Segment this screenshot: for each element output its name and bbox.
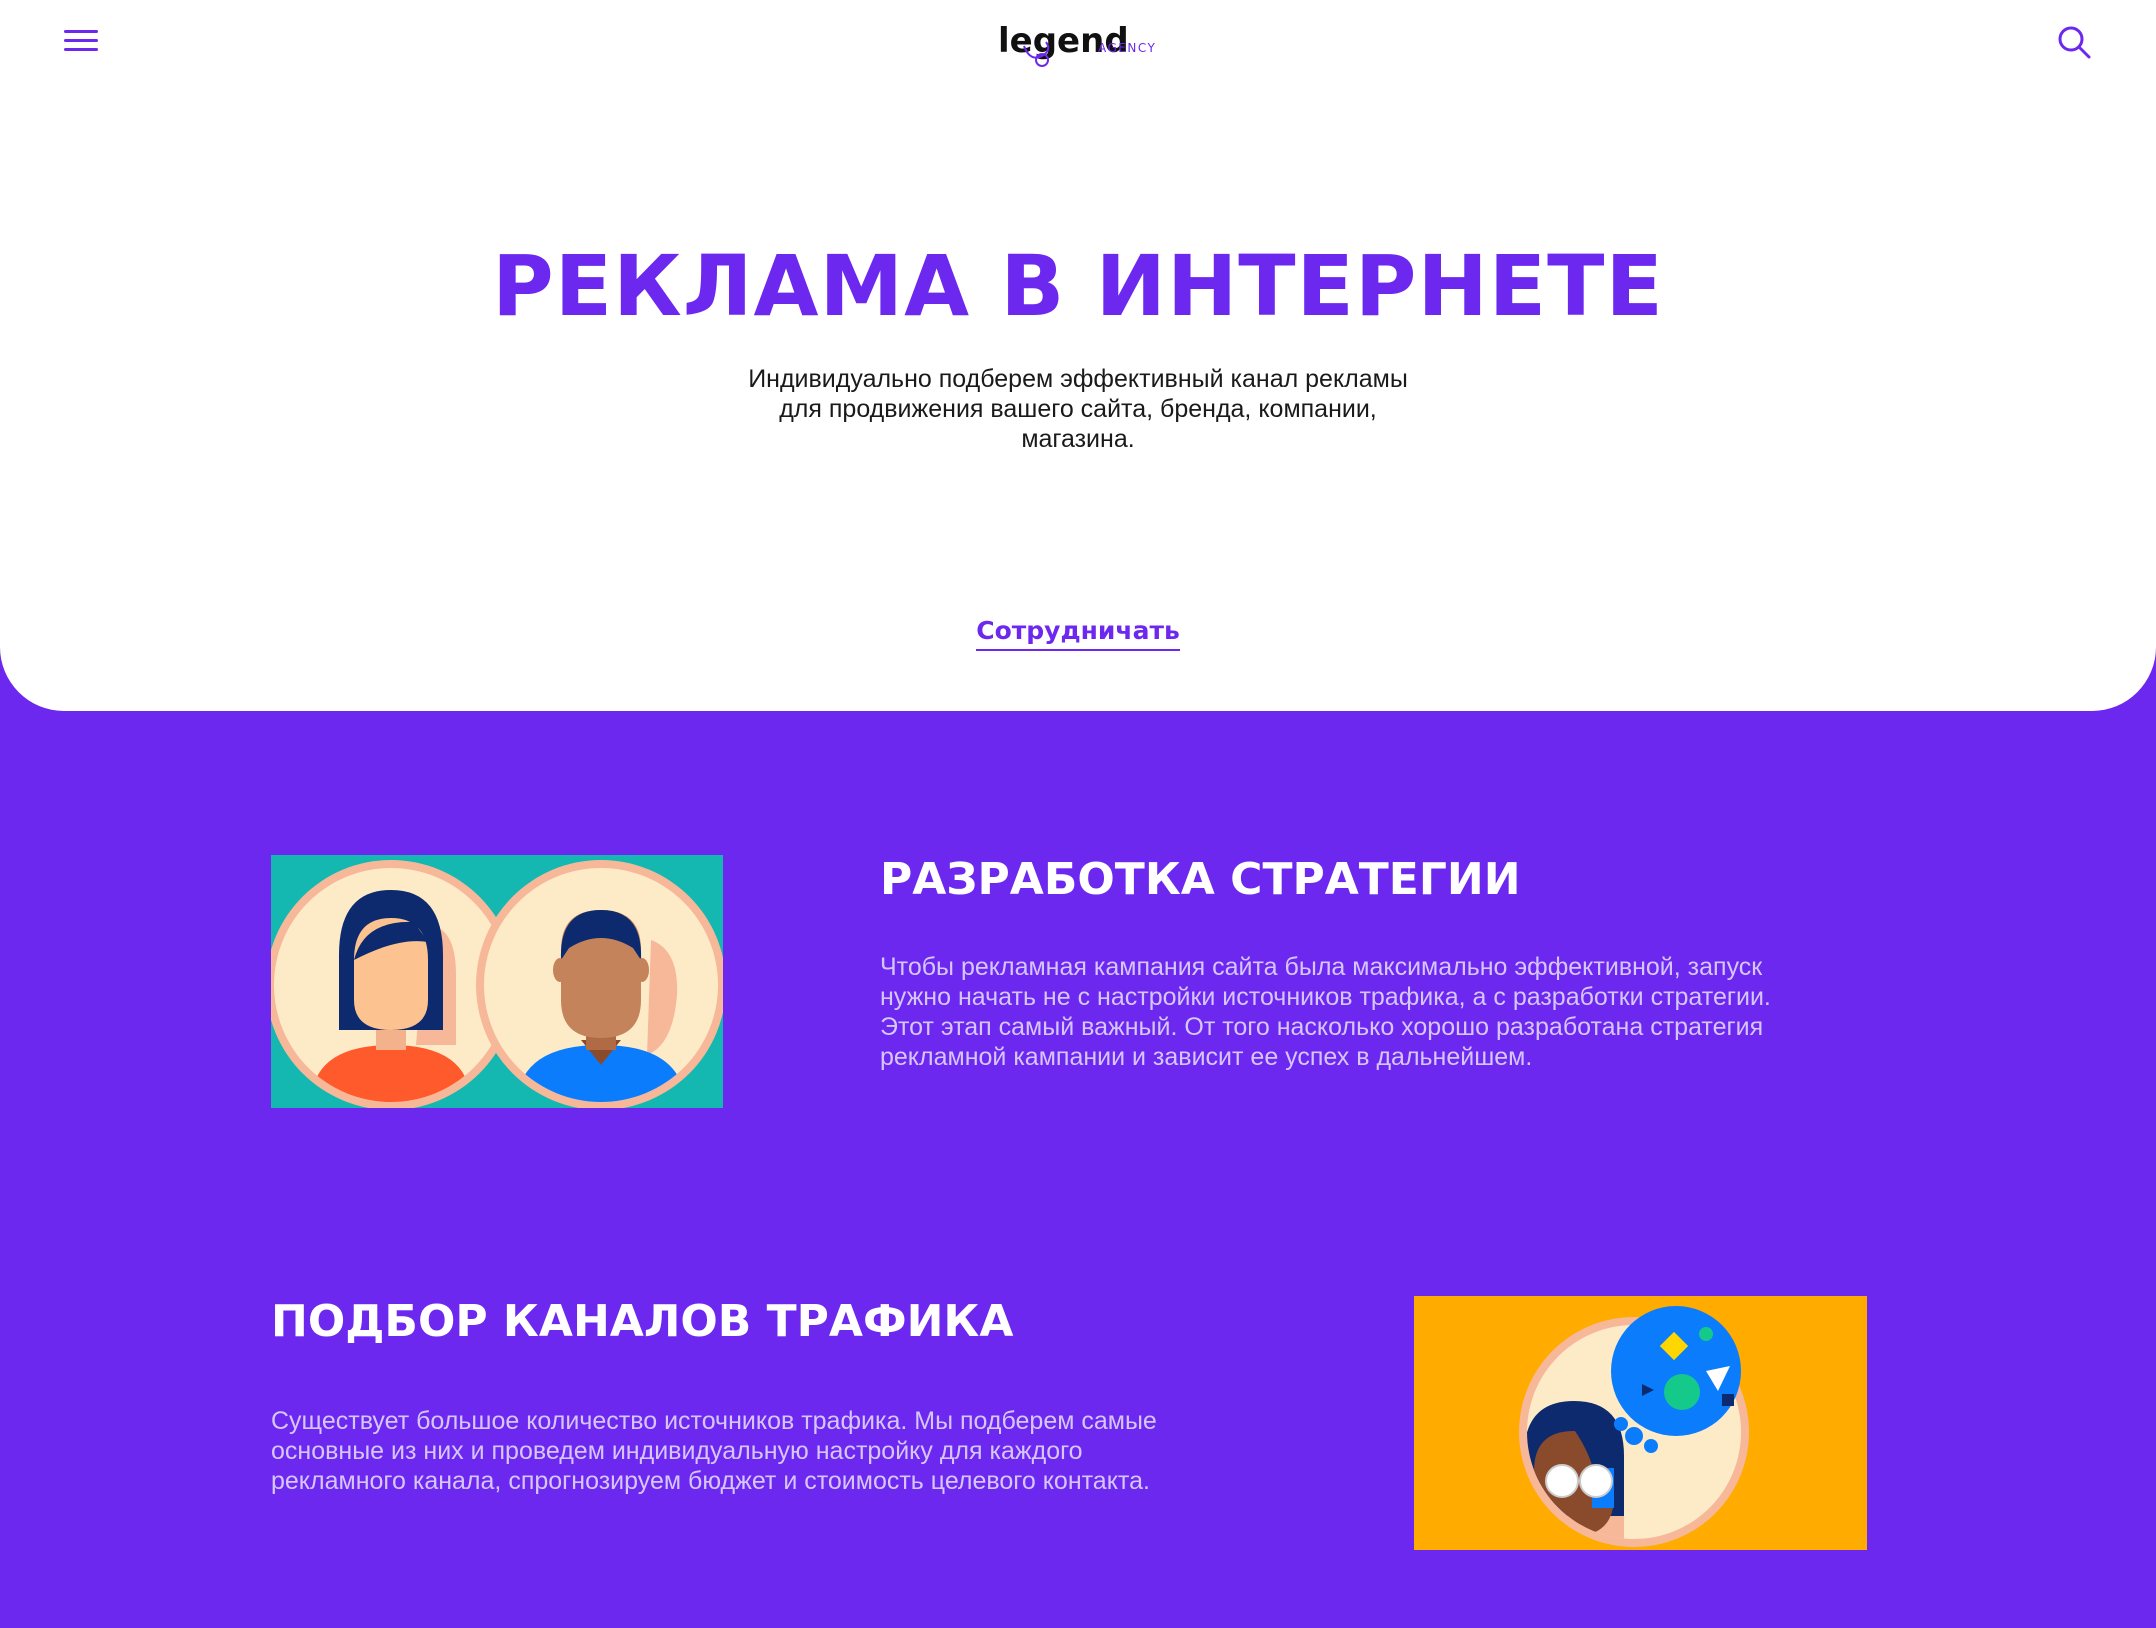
person-thinking-illustration [1414,1296,1867,1550]
hero-subtitle-line: для продвижения вашего сайта, бренда, ко… [779,395,1377,423]
cta-wrapper: Сотрудничать [0,616,2156,651]
logo-sub: AGENCY [1098,41,1156,55]
section-text-line: рекламного канала, спрогнозируем бюджет … [271,1467,1150,1495]
page-title: РЕКЛАМА В ИНТЕРНЕТЕ [492,237,1664,335]
section-title: РАЗРАБОТКА СТРАТЕГИИ [880,854,1521,905]
section-text-line: рекламной кампании и зависит ее успех в … [880,1043,1533,1071]
search-icon[interactable] [2056,24,2094,62]
section-title: ПОДБОР КАНАЛОВ ТРАФИКА [271,1296,1014,1347]
cooperate-link[interactable]: Сотрудничать [976,616,1180,651]
hero-subtitle: Индивидуально подберем эффективный канал… [700,364,1456,454]
section-text-line: Этот этап самый важный. От того наскольк… [880,1013,1764,1041]
section-text: Чтобы рекламная кампания сайта была макс… [880,952,1880,1072]
hero-subtitle-line: магазина. [1021,425,1135,453]
section-text-line: нужно начать не с настройки источников т… [880,983,1771,1011]
section-text-line: основные из них и проведем индивидуальну… [271,1437,1083,1465]
hero-subtitle-line: Индивидуально подберем эффективный канал… [748,365,1408,393]
two-people-avatars-illustration [271,855,723,1108]
hamburger-menu-icon[interactable] [64,28,98,52]
hero-section: legend AGENCY РЕКЛАМА В ИНТЕРНЕТЕ Индиви… [0,0,2156,711]
logo[interactable]: legend AGENCY [996,16,1166,76]
section-text-line: Чтобы рекламная кампания сайта была макс… [880,953,1763,981]
section-text: Существует большое количество источников… [271,1406,1271,1496]
section-text-line: Существует большое количество источников… [271,1407,1157,1435]
